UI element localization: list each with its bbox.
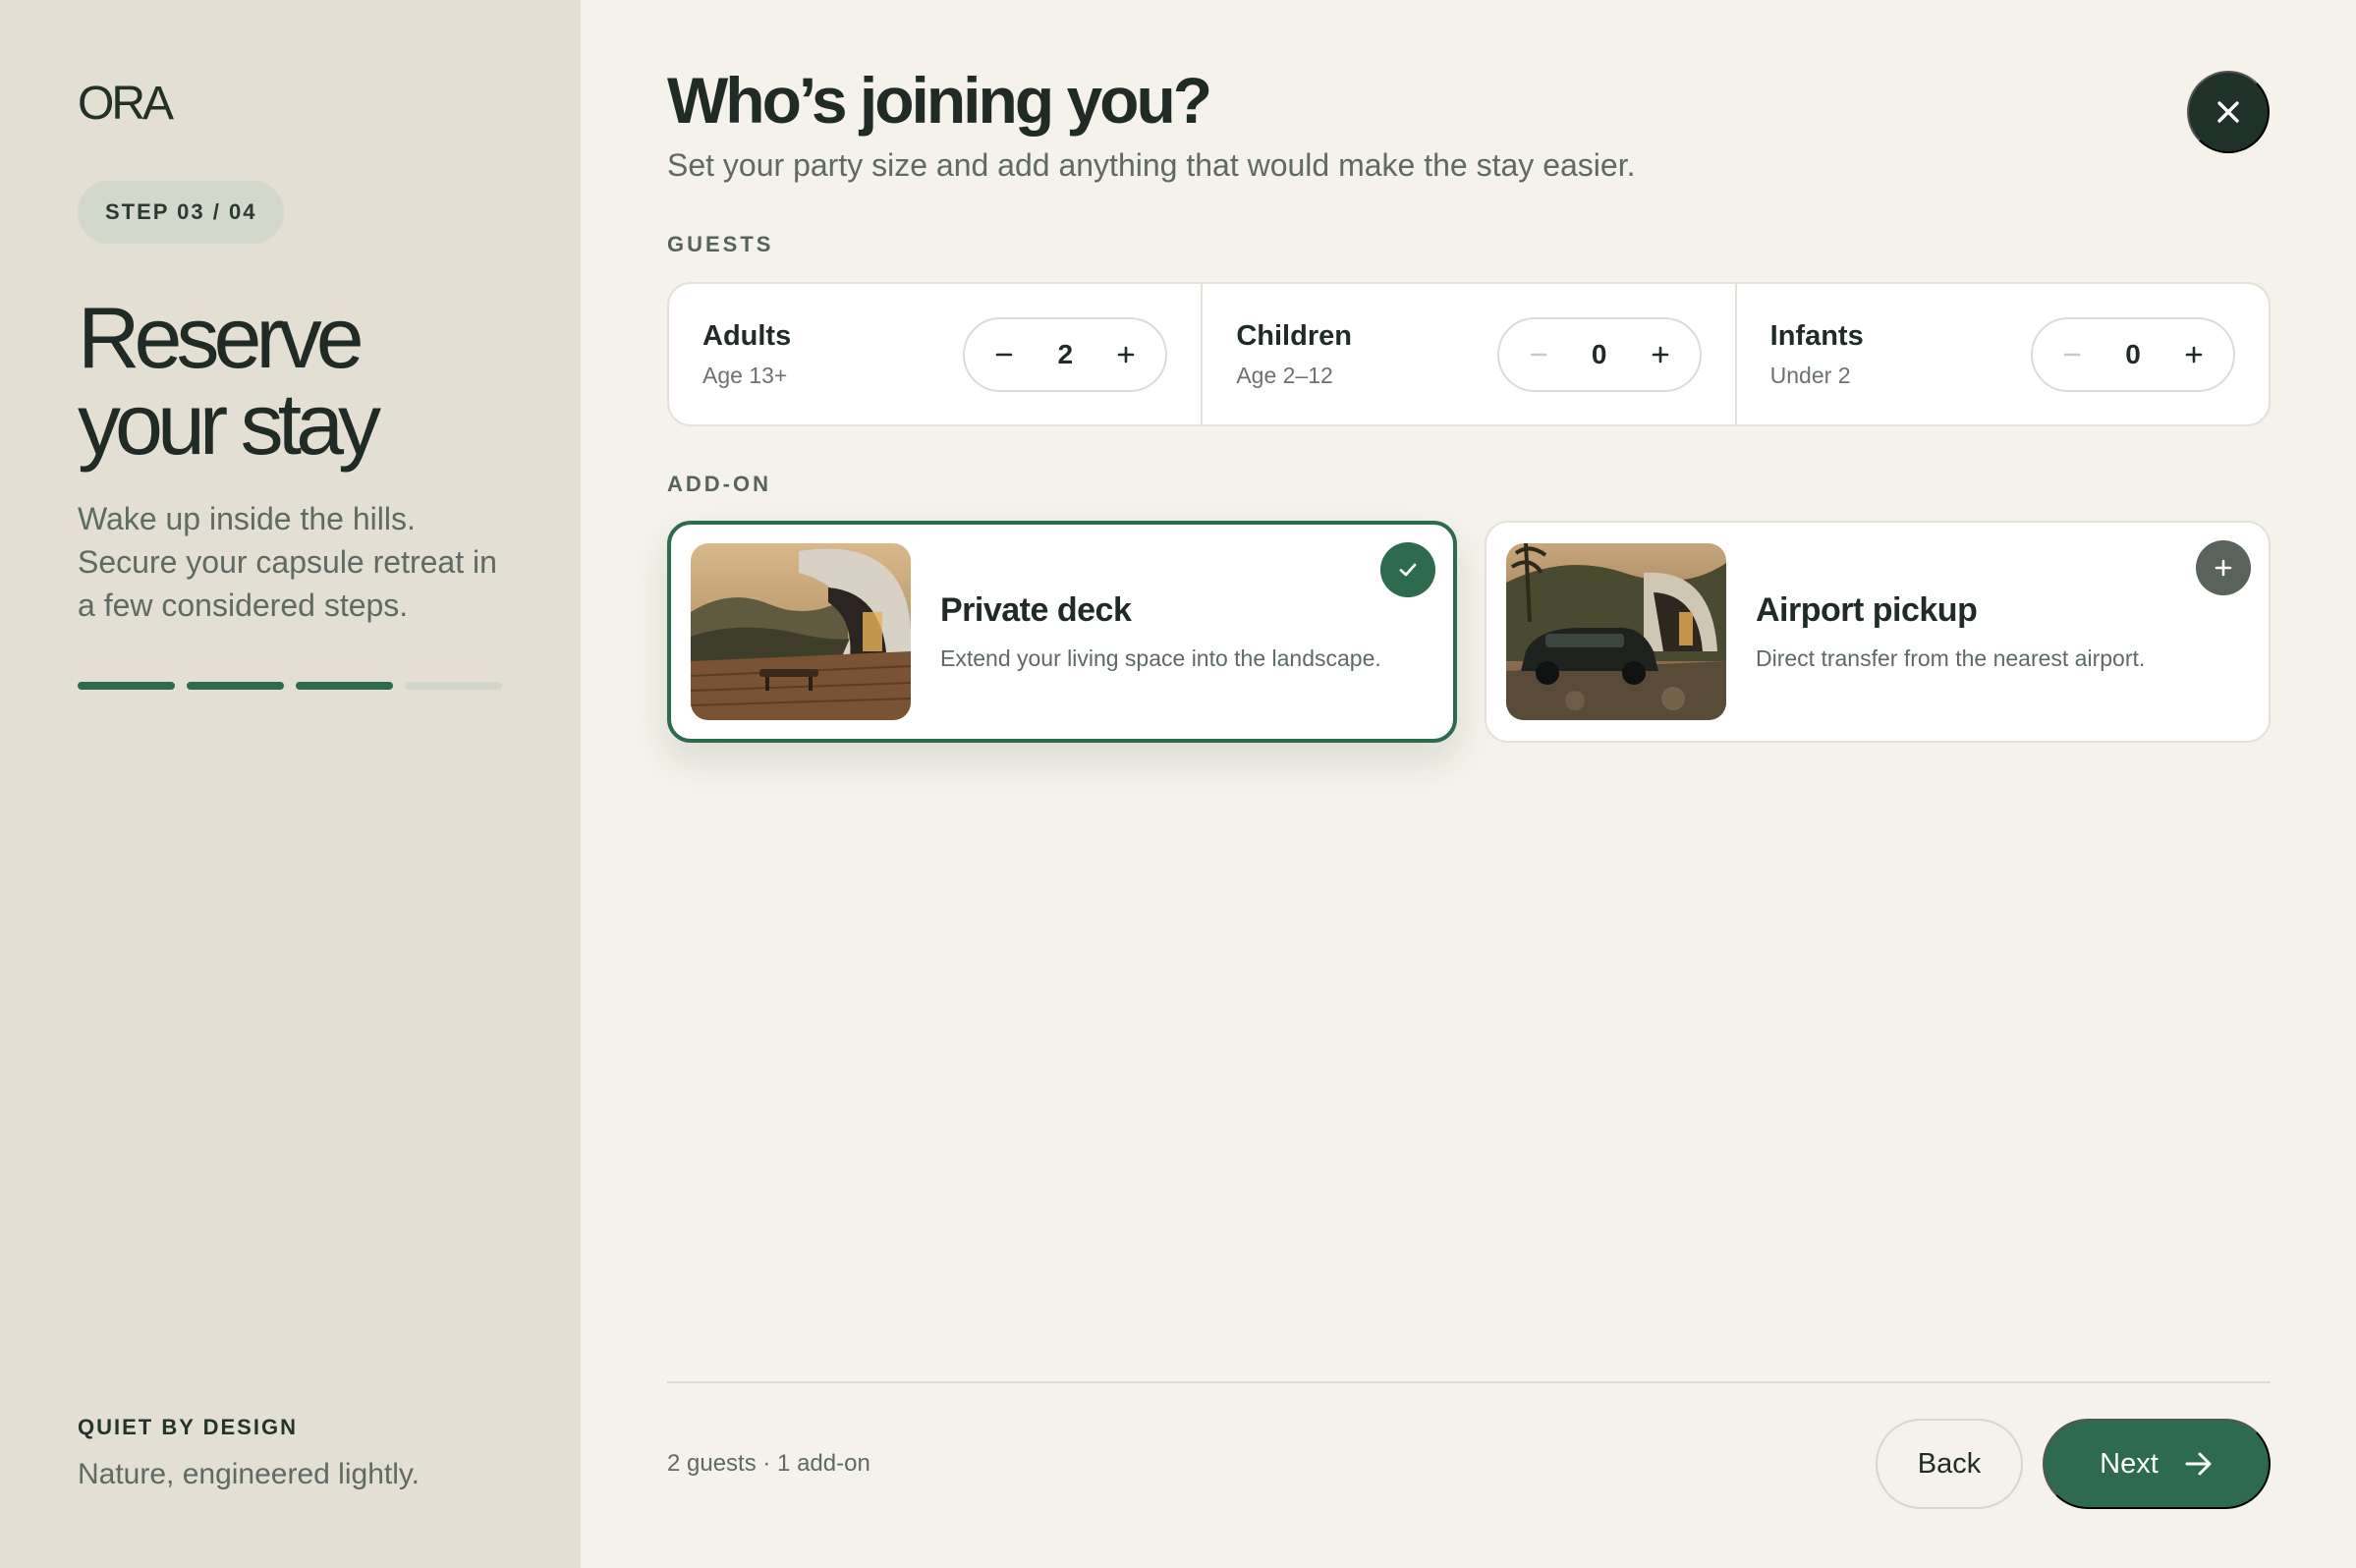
sidebar-description: Wake up inside the hills. Secure your ca… xyxy=(78,501,497,623)
guest-age-label: Age 2–12 xyxy=(1236,362,1333,388)
guest-row-adults: Adults Age 13+ 2 xyxy=(669,284,1204,424)
progress-segment xyxy=(296,682,393,690)
addon-card-airport-pickup[interactable]: Airport pickup Direct transfer from the … xyxy=(1485,521,2271,743)
minus-icon xyxy=(1530,353,1546,356)
sidebar: ORA STEP 03 / 04 Reserve your stay Wake … xyxy=(0,0,581,1568)
plus-icon xyxy=(2185,346,2203,363)
page-subtitle: Set your party size and add anything tha… xyxy=(667,147,1636,183)
decrement-button[interactable] xyxy=(1521,337,1556,372)
progress-segment xyxy=(78,682,175,690)
add-badge[interactable] xyxy=(2196,540,2251,595)
booking-wizard: ORA STEP 03 / 04 Reserve your stay Wake … xyxy=(0,0,2356,1568)
addon-body: Private deck Extend your living space in… xyxy=(940,591,1381,672)
selected-badge xyxy=(1380,542,1435,597)
addon-body: Airport pickup Direct transfer from the … xyxy=(1756,591,2145,672)
infants-stepper: 0 xyxy=(2030,316,2235,392)
guests-label: GUESTS xyxy=(667,232,774,256)
minus-icon xyxy=(996,353,1013,356)
plus-icon xyxy=(1118,346,1135,363)
guest-type-label: Adults xyxy=(702,319,792,352)
children-stepper: 0 xyxy=(1496,316,1702,392)
plus-icon xyxy=(2215,559,2232,577)
next-button-label: Next xyxy=(2100,1447,2159,1480)
increment-button[interactable] xyxy=(2176,337,2212,372)
step-indicator: STEP 03 / 04 xyxy=(78,181,285,244)
children-count: 0 xyxy=(1591,338,1607,369)
addon-label: ADD-ON xyxy=(667,472,771,496)
addon-description: Extend your living space into the landsc… xyxy=(940,645,1381,671)
infants-count: 0 xyxy=(2125,338,2141,369)
brand-logo: ORA xyxy=(78,78,174,130)
adults-count: 2 xyxy=(1057,338,1074,369)
minus-icon xyxy=(2063,353,2081,356)
guest-age-label: Age 13+ xyxy=(702,362,788,388)
tagline-text: Nature, engineered lightly. xyxy=(78,1458,420,1490)
footer-divider xyxy=(667,1381,2271,1383)
airport-pickup-image xyxy=(1506,543,1726,720)
adults-stepper: 2 xyxy=(963,316,1168,392)
close-icon xyxy=(2217,101,2239,123)
tagline-label: QUIET BY DESIGN xyxy=(78,1415,298,1439)
guest-age-label: Under 2 xyxy=(1769,362,1851,388)
guest-type-label: Children xyxy=(1236,319,1352,352)
addon-list: Private deck Extend your living space in… xyxy=(667,521,2271,743)
next-button[interactable]: Next xyxy=(2043,1419,2271,1509)
plus-icon xyxy=(1652,346,1668,363)
guest-row-children: Children Age 2–12 0 xyxy=(1203,284,1737,424)
guest-counter-group: Adults Age 13+ 2 Children Age 2–12 0 Inf… xyxy=(667,282,2271,426)
private-deck-image xyxy=(691,543,911,720)
addon-description: Direct transfer from the nearest airport… xyxy=(1756,645,2146,671)
addon-card-private-deck[interactable]: Private deck Extend your living space in… xyxy=(667,521,1457,743)
back-button[interactable]: Back xyxy=(1876,1419,2023,1509)
progress-segment xyxy=(405,682,502,690)
guest-row-infants: Infants Under 2 0 xyxy=(1737,284,2269,424)
page-title: Who’s joining you? xyxy=(667,64,1212,137)
close-button[interactable] xyxy=(2187,71,2270,153)
guest-type-label: Infants xyxy=(1769,319,1864,352)
decrement-button[interactable] xyxy=(986,337,1022,372)
arrow-right-icon xyxy=(2185,1452,2212,1476)
progress-segment xyxy=(187,682,284,690)
increment-button[interactable] xyxy=(1108,337,1144,372)
addon-title: Private deck xyxy=(940,591,1132,629)
check-icon xyxy=(1399,563,1417,577)
main-panel: Who’s joining you? Set your party size a… xyxy=(581,0,2356,1568)
increment-button[interactable] xyxy=(1643,337,1678,372)
decrement-button[interactable] xyxy=(2054,337,2090,372)
addon-title: Airport pickup xyxy=(1756,591,1978,629)
progress-bar xyxy=(78,682,502,690)
sidebar-title: Reserve your stay xyxy=(78,289,381,473)
booking-summary: 2 guests · 1 add-on xyxy=(667,1450,870,1477)
